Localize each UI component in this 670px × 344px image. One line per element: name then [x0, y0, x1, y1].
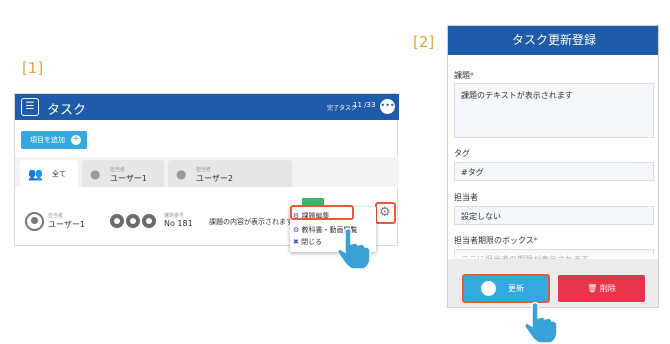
assignee-label: 担当者	[454, 193, 478, 202]
tab-user-2-label: ユーザー2	[196, 174, 233, 183]
delete-button-label: 削除	[599, 284, 616, 293]
deadline-label: 担当者期限のボックス*	[454, 235, 538, 246]
subject-textarea[interactable]: 課題のテキストが表示されます	[454, 83, 654, 138]
task-text: 課題の内容が表示されます	[209, 218, 293, 226]
book-icon: ⚙	[293, 226, 300, 234]
menu-item-close[interactable]: ✖ 閉じる	[293, 237, 322, 247]
required-mark: *	[470, 71, 474, 80]
delete-button[interactable]: 🗑 削除	[558, 275, 645, 302]
user-icon: ●	[176, 167, 187, 181]
assignee-select[interactable]: 設定しない	[454, 206, 654, 225]
subject-label-text: 課題	[454, 71, 470, 80]
done-tasks-count: 11 /33	[353, 101, 376, 109]
group-icon: 👥	[28, 167, 43, 181]
deadline-label-text: 担当者期限のボックス	[454, 236, 534, 245]
trash-icon: 🗑	[587, 284, 598, 293]
user-circle-icon	[481, 281, 496, 296]
menu-item-close-label: 閉じる	[301, 238, 323, 246]
status-icon-3[interactable]	[142, 214, 156, 228]
add-item-button[interactable]: 項目を追加 +	[21, 131, 87, 149]
assignee-caption: 担当者	[48, 213, 64, 219]
step-1-label: [1]	[22, 59, 44, 77]
ellipsis-icon[interactable]: •••	[380, 99, 395, 114]
task-list-screen: ☰ タスク 完了タスク 11 /33 ••• 項目を追加 + 👥 全て ● 担当…	[14, 93, 399, 252]
list-icon[interactable]: ☰	[21, 98, 39, 116]
tab-user-1-label: ユーザー1	[110, 174, 147, 183]
plus-circle-icon: +	[71, 134, 81, 145]
menu-highlight	[290, 205, 354, 220]
hand-cursor-icon	[337, 227, 371, 270]
task-update-form: タスク更新登録 課題* 課題のテキストが表示されます タグ #タグ 担当者 設定…	[447, 25, 659, 308]
task-number-caption: 課題番号	[164, 213, 185, 219]
update-button[interactable]: 更新	[462, 274, 550, 303]
step-2-label: [2]	[413, 33, 435, 51]
tab-user-1[interactable]: ● 担当者 ユーザー1	[82, 160, 164, 187]
status-icon-1[interactable]	[110, 214, 124, 228]
status-icon-2[interactable]	[126, 214, 140, 228]
page-title: タスク	[47, 103, 87, 118]
hand-cursor-icon	[524, 301, 558, 344]
tab-all-label: 全て	[52, 170, 66, 178]
settings-button[interactable]: ⚙	[375, 202, 396, 224]
subject-label: 課題*	[454, 70, 474, 81]
tab-user-2[interactable]: ● 担当者 ユーザー2	[168, 160, 292, 187]
tag-label: タグ	[454, 149, 470, 158]
add-item-label: 項目を追加	[30, 136, 65, 144]
form-title: タスク更新登録	[448, 26, 658, 55]
tag-field[interactable]: #タグ	[454, 162, 654, 181]
tab-user-2-caption: 担当者	[196, 167, 212, 173]
tab-user-1-caption: 担当者	[110, 167, 126, 173]
close-icon: ✖	[293, 238, 299, 246]
assignee-name: ユーザー1	[48, 220, 85, 229]
update-button-label: 更新	[508, 284, 524, 293]
task-number: No 181	[164, 219, 193, 228]
gear-icon: ⚙	[379, 205, 391, 220]
user-icon: ●	[90, 167, 101, 181]
task-header: ☰ タスク 完了タスク 11 /33 •••	[15, 94, 399, 120]
required-mark: *	[533, 236, 538, 245]
avatar	[25, 212, 44, 231]
tab-all[interactable]: 👥 全て	[20, 160, 78, 187]
